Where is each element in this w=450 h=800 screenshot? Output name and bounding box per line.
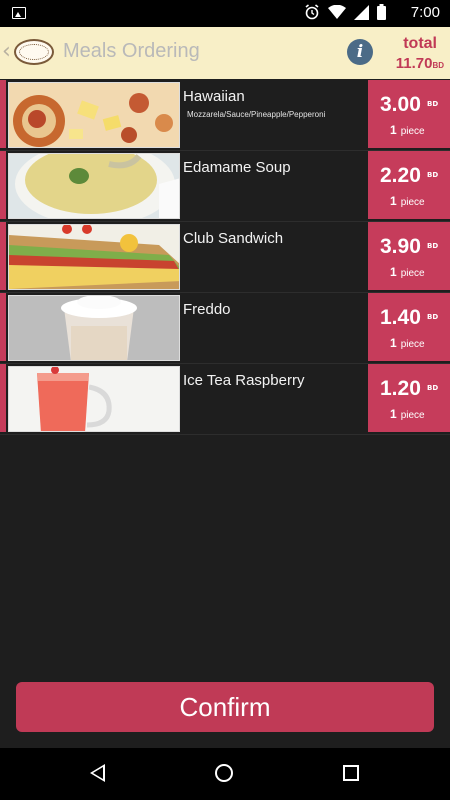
qty-number: 1	[390, 407, 397, 421]
alarm-icon	[304, 4, 320, 24]
nav-home-icon[interactable]	[215, 764, 233, 782]
price-box: 3.00 BD 1 piece	[368, 80, 450, 148]
qty-number: 1	[390, 123, 397, 137]
row-accent	[0, 151, 6, 219]
qty-unit: piece	[400, 268, 425, 279]
row-accent	[0, 80, 6, 148]
clock: 7:00	[410, 4, 440, 21]
item-price: 2.20	[380, 164, 421, 187]
item-currency: BD	[427, 242, 439, 250]
info-button[interactable]: i	[347, 39, 373, 65]
qty-unit: piece	[400, 339, 425, 350]
nav-recents-icon[interactable]	[343, 765, 359, 781]
order-item-freddo[interactable]: Freddo 1.40 BD 1 piece	[0, 293, 450, 364]
qty-unit: piece	[400, 197, 425, 208]
edamame-soup-photo	[8, 153, 180, 219]
total-label: total	[403, 35, 437, 52]
price-box: 2.20 BD 1 piece	[368, 151, 450, 219]
item-name: Edamame Soup	[183, 159, 291, 176]
item-currency: BD	[427, 100, 439, 108]
item-quantity: 1 piece	[390, 336, 425, 350]
ice-tea-raspberry-photo	[8, 366, 180, 432]
item-name: Hawaiian	[183, 88, 245, 105]
item-price: 1.20	[380, 377, 421, 400]
item-price: 3.90	[380, 235, 421, 258]
item-description: Mozzarela/Sauce/Pineapple/Pepperoni	[187, 110, 326, 119]
nav-back-icon[interactable]	[90, 764, 105, 782]
row-accent	[0, 364, 6, 432]
total-amount: 11.70	[395, 55, 433, 72]
qty-unit: piece	[400, 126, 425, 137]
cell-signal-icon	[354, 4, 369, 24]
item-name: Freddo	[183, 301, 231, 318]
qty-number: 1	[390, 194, 397, 208]
hawaiian-photo	[8, 82, 180, 148]
system-nav-bar	[0, 748, 450, 800]
order-list: Hawaiian Mozzarela/Sauce/Pineapple/Peppe…	[0, 80, 450, 435]
order-item-hawaiian[interactable]: Hawaiian Mozzarela/Sauce/Pineapple/Peppe…	[0, 80, 450, 151]
gallery-icon	[12, 7, 26, 19]
wifi-icon	[328, 4, 346, 24]
item-currency: BD	[427, 384, 439, 392]
restaurant-logo	[14, 39, 54, 65]
club-sandwich-photo	[8, 224, 180, 290]
row-accent	[0, 293, 6, 361]
item-quantity: 1 piece	[390, 123, 425, 137]
order-item-edamame-soup[interactable]: Edamame Soup 2.20 BD 1 piece	[0, 151, 450, 222]
qty-number: 1	[390, 336, 397, 350]
status-icons	[304, 4, 386, 24]
item-currency: BD	[427, 313, 439, 321]
qty-unit: piece	[400, 410, 425, 421]
item-price: 1.40	[380, 306, 421, 329]
price-box: 1.20 BD 1 piece	[368, 364, 450, 432]
confirm-button[interactable]: Confirm	[16, 682, 434, 732]
total-currency: BD	[432, 61, 444, 70]
page-title: Meals Ordering	[63, 40, 200, 62]
freddo-photo	[8, 295, 180, 361]
item-quantity: 1 piece	[390, 265, 425, 279]
total-value: 11.70BD	[396, 55, 444, 72]
status-bar: 7:00	[0, 0, 450, 27]
item-price: 3.00	[380, 93, 421, 116]
item-name: Ice Tea Raspberry	[183, 372, 305, 389]
item-quantity: 1 piece	[390, 407, 425, 421]
item-currency: BD	[427, 171, 439, 179]
battery-icon	[377, 4, 386, 24]
app-header: ‹ Meals Ordering i total 11.70BD	[0, 27, 450, 79]
order-item-club-sandwich[interactable]: Club Sandwich 3.90 BD 1 piece	[0, 222, 450, 293]
price-box: 3.90 BD 1 piece	[368, 222, 450, 290]
item-name: Club Sandwich	[183, 230, 284, 247]
row-accent	[0, 222, 6, 290]
qty-number: 1	[390, 265, 397, 279]
order-item-ice-tea-raspberry[interactable]: Ice Tea Raspberry 1.20 BD 1 piece	[0, 364, 450, 435]
price-box: 1.40 BD 1 piece	[368, 293, 450, 361]
item-quantity: 1 piece	[390, 194, 425, 208]
back-chevron-icon[interactable]: ‹	[2, 41, 11, 63]
